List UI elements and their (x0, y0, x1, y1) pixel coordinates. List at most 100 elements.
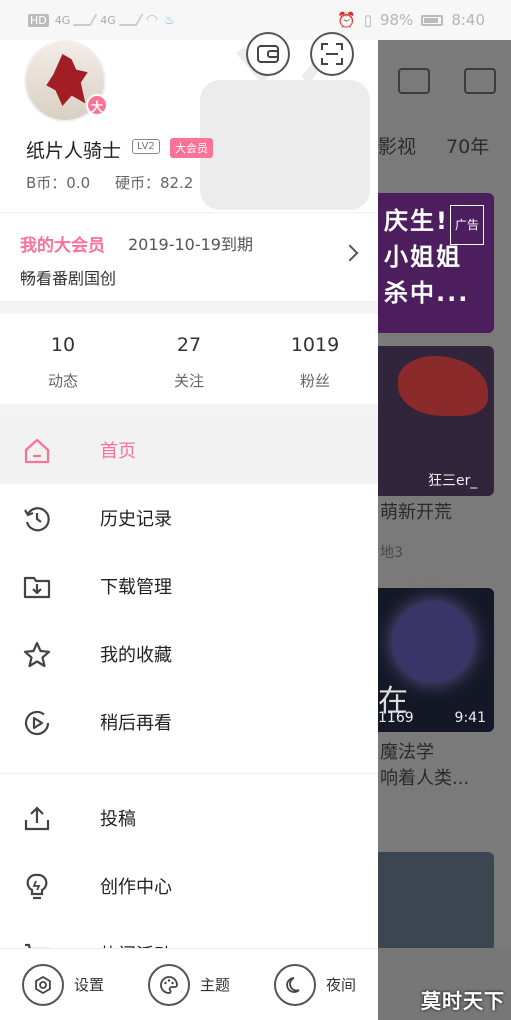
palette-icon (160, 975, 178, 994)
star-icon (23, 641, 51, 668)
mail-icon (464, 68, 496, 94)
thumbnail-orb (393, 602, 473, 682)
scan-button[interactable] (310, 32, 354, 76)
download-icon (398, 68, 430, 94)
video-views-2: 1169 (378, 710, 414, 726)
alarm-icon: ⏰ (337, 11, 356, 29)
drawer-bottom-bar: 设置 主题 夜间 (0, 948, 378, 1020)
video-title-2a: 魔法学 (380, 742, 434, 763)
menu-item-home[interactable]: 首页 (0, 416, 378, 484)
background-app: 影视 70年 庆生! 小姐姐 杀中... 广告 狂三er_ 萌新开荒 地3 在 1… (378, 40, 511, 1020)
battery-percent: 98% (379, 11, 414, 29)
thumbnail-figure (398, 356, 488, 416)
wallet-icon (257, 45, 279, 63)
coin-count: 硬币：82.2 (114, 174, 194, 192)
ad-card: 庆生! 小姐姐 杀中... 广告 (378, 193, 494, 333)
video-sub-1: 地3 (380, 545, 403, 561)
signal-icon-2 (118, 14, 144, 26)
stat-followers[interactable]: 1019 粉丝 (252, 314, 378, 404)
night-icon-circle (273, 963, 316, 1006)
status-bar: HD 4G 4G ◠ ♨ ⏰ ▯ 98% 8:40 (0, 0, 511, 40)
bcoin-balance: B币：0.0 (26, 174, 91, 192)
video-meta-2: 1169 9:41 (378, 710, 486, 726)
vip-membership-card[interactable]: 我的大会员 2019-10-19到期 畅看番剧国创 (0, 212, 378, 302)
scan-icon (321, 43, 343, 65)
menu-label-creator-center: 创作中心 (100, 877, 172, 898)
theme-label: 主题 (199, 976, 230, 994)
history-icon (24, 507, 50, 532)
vip-expiry: 2019-10-19到期 (128, 235, 253, 254)
theme-icon-circle (147, 963, 190, 1006)
section-spacer-2 (0, 404, 378, 416)
ad-line-3: 杀中... (384, 279, 470, 307)
level-badge: LV2 (132, 139, 160, 154)
stat-dynamics-label: 动态 (47, 372, 78, 390)
chevron-right-icon (341, 244, 359, 262)
navigation-drawer: 大 纸片人骑士 LV2 大会员 B币：0.0 硬币：82.2 我的大会员 201… (0, 32, 378, 1020)
menu-item-watch-later[interactable]: 稍后再看 (0, 688, 378, 756)
wifi-icon: ◠ (145, 12, 159, 28)
vip-avatar-badge: 大 (86, 94, 108, 116)
menu-item-downloads[interactable]: 下载管理 (0, 552, 378, 620)
menu-item-upload[interactable]: 投稿 (0, 784, 378, 852)
menu-label-history: 历史记录 (100, 509, 172, 530)
user-stats: 10 动态 27 关注 1019 粉丝 (0, 314, 378, 404)
ad-tag: 广告 (449, 205, 484, 245)
status-right: ⏰ ▯ 98% 8:40 (337, 11, 485, 29)
username[interactable]: 纸片人骑士 (26, 136, 121, 163)
settings-label: 设置 (73, 976, 104, 994)
signal-icon (72, 14, 98, 26)
menu-label-home: 首页 (100, 441, 136, 462)
settings-button[interactable]: 设置 (21, 963, 104, 1006)
menu-label-downloads: 下载管理 (100, 577, 172, 598)
video-card-thumbnail-2: 在 1169 9:41 (378, 588, 494, 732)
menu-item-creator-center[interactable]: 创作中心 (0, 852, 378, 920)
night-label: 夜间 (325, 976, 356, 994)
theme-button[interactable]: 主题 (147, 963, 230, 1006)
lightbulb-icon (26, 873, 48, 900)
tab-70: 70年 (446, 136, 490, 158)
video-card-thumbnail-1: 狂三er_ (378, 346, 494, 496)
settings-icon-circle (21, 963, 64, 1006)
section-spacer (0, 302, 378, 314)
notification-icon: ♨ (164, 13, 175, 27)
stat-followers-label: 粉丝 (299, 372, 330, 390)
signal-label-2: 4G (100, 13, 116, 27)
hd-indicator: HD (28, 13, 49, 27)
vip-title: 我的大会员 (20, 236, 105, 256)
vip-description: 畅看番剧国创 (20, 269, 117, 288)
menu-item-favorites[interactable]: 我的收藏 (0, 620, 378, 688)
video-duration-2: 9:41 (454, 710, 486, 726)
menu-item-history[interactable]: 历史记录 (0, 484, 378, 552)
stat-followers-count: 1019 (290, 334, 340, 356)
video-title-2b: 响着人类... (380, 768, 470, 789)
video-title-1: 萌新开荒 (380, 502, 452, 523)
vibrate-icon: ▯ (363, 11, 372, 29)
status-left: HD 4G 4G ◠ ♨ (28, 12, 175, 28)
background-tabs: 影视 70年 (378, 132, 511, 159)
gear-icon (35, 975, 51, 994)
watermark: 莫时天下 (421, 989, 505, 1013)
watch-later-icon (24, 710, 50, 736)
stat-dynamics[interactable]: 10 动态 (0, 314, 126, 404)
menu-label-upload: 投稿 (100, 809, 136, 830)
download-folder-icon (23, 576, 51, 599)
vip-tag: 大会员 (170, 138, 213, 158)
moon-icon (286, 976, 300, 993)
coin-balance: B币：0.0 硬币：82.2 (26, 172, 213, 193)
night-mode-button[interactable]: 夜间 (273, 963, 356, 1006)
stat-dynamics-count: 10 (50, 334, 76, 356)
tab-movies: 影视 (378, 136, 417, 158)
menu-divider (0, 756, 378, 774)
signal-label-1: 4G (54, 13, 71, 27)
menu-label-favorites: 我的收藏 (100, 645, 172, 666)
home-icon (24, 438, 50, 464)
wallet-button[interactable] (246, 32, 290, 76)
stat-following-label: 关注 (173, 372, 204, 390)
battery-icon (421, 14, 444, 26)
stat-following-count: 27 (176, 334, 202, 356)
upload-icon (24, 806, 50, 831)
clock: 8:40 (451, 11, 485, 29)
menu-label-watch-later: 稍后再看 (100, 713, 172, 734)
stat-following[interactable]: 27 关注 (126, 314, 252, 404)
